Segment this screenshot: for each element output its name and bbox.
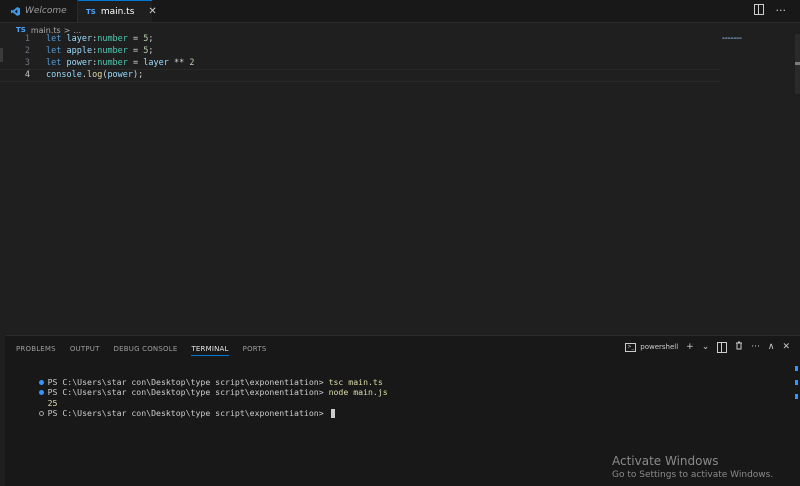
code-line[interactable]: 3 let power:number = layer ** 2 [0, 58, 720, 69]
watermark-subtitle: Go to Settings to activate Windows. [612, 470, 774, 480]
code-token: layer [66, 34, 93, 44]
code-token: layer [143, 58, 169, 68]
code-text: let apple:number = 5; [46, 46, 154, 57]
close-panel-icon[interactable]: ✕ [782, 342, 790, 352]
code-text: let power:number = layer ** 2 [46, 58, 194, 69]
more-actions-icon[interactable]: ··· [751, 342, 760, 352]
line-number: 4 [24, 70, 30, 80]
terminal-prompt: PS C:\Users\star con\Desktop\type script… [47, 387, 329, 397]
code-token: number [97, 58, 128, 68]
code-token: log [86, 70, 103, 80]
tab-ports[interactable]: PORTS [243, 343, 267, 355]
tab-label: Welcome [25, 6, 67, 16]
more-actions-icon[interactable]: ··· [776, 4, 787, 17]
command-pending-icon[interactable] [38, 411, 44, 416]
vscode-logo-icon [11, 6, 20, 16]
code-token: = [127, 46, 144, 56]
typescript-file-icon: TS [86, 7, 96, 16]
terminal-actions: >_ powershell + ⌄ ··· ∧ ✕ [625, 341, 790, 353]
code-editor[interactable]: 1 let layer:number = 5; 2 let apple:numb… [0, 34, 800, 332]
terminal-line: PS C:\Users\star con\Desktop\type script… [9, 398, 335, 430]
code-text: let layer:number = 5; [46, 34, 154, 45]
terminal-scrollbar-markers[interactable] [795, 366, 798, 410]
line-number: 3 [24, 58, 30, 68]
tab-debug-console[interactable]: DEBUG CONSOLE [114, 343, 178, 355]
code-token: = [127, 58, 144, 68]
tab-terminal[interactable]: TERMINAL [191, 343, 229, 356]
code-token: ; [148, 34, 154, 44]
code-token: power [66, 58, 93, 68]
tab-problems[interactable]: PROBLEMS [16, 343, 56, 355]
code-token: console [46, 70, 82, 80]
shell-name: powershell [640, 343, 679, 351]
maximize-panel-icon[interactable]: ∧ [768, 342, 775, 352]
terminal-command: node main.js [328, 387, 388, 397]
code-token: 2 [189, 58, 195, 68]
code-token: let [46, 34, 62, 44]
tab-label: main.ts [100, 6, 135, 17]
terminal-cursor [330, 409, 335, 418]
new-terminal-icon[interactable]: + [686, 342, 694, 352]
split-terminal-icon[interactable] [717, 341, 728, 353]
activate-windows-watermark: Activate Windows Go to Settings to activ… [612, 454, 773, 480]
terminal-prompt: PS C:\Users\star con\Desktop\type script… [47, 408, 329, 418]
code-token: number [97, 34, 128, 44]
code-line[interactable]: 1 let layer:number = 5; [0, 34, 720, 45]
editor-scrollbar[interactable] [795, 34, 800, 94]
code-text: console.log(power); [46, 70, 143, 81]
code-token: ** [168, 58, 190, 68]
chevron-down-icon[interactable]: ⌄ [702, 342, 710, 352]
code-line[interactable]: 2 let apple:number = 5; [0, 46, 720, 57]
code-token: let [46, 46, 62, 56]
line-number: 1 [24, 34, 30, 44]
code-token: number [97, 46, 128, 56]
code-token: apple [66, 46, 93, 56]
tab-main-ts[interactable]: TS main.ts ✕ [78, 0, 157, 22]
watermark-title: Activate Windows [612, 454, 719, 468]
code-line-current[interactable]: 4 console.log(power); [0, 69, 720, 82]
terminal-icon: >_ [625, 342, 637, 352]
code-token: power [107, 70, 134, 80]
tab-welcome[interactable]: Welcome [5, 0, 78, 22]
close-tab-icon[interactable]: ✕ [148, 6, 156, 17]
code-token: ); [133, 70, 144, 80]
trash-icon[interactable] [735, 341, 743, 353]
code-token: let [46, 58, 62, 68]
code-token: ; [148, 46, 154, 56]
editor-actions: ··· [753, 4, 787, 17]
editor-tab-bar: Welcome TS main.ts ✕ ··· [0, 0, 800, 23]
minimap[interactable]: ▬▬▬▬▬▬▬ [722, 36, 742, 40]
line-number: 2 [24, 46, 30, 56]
terminal-shell-selector[interactable]: >_ powershell [625, 342, 679, 352]
tab-output[interactable]: OUTPUT [70, 343, 100, 355]
panel-tabs: PROBLEMS OUTPUT DEBUG CONSOLE TERMINAL P… [16, 343, 266, 356]
split-editor-icon[interactable] [753, 4, 764, 15]
code-token: = [127, 34, 144, 44]
typescript-file-icon: TS [16, 26, 26, 34]
